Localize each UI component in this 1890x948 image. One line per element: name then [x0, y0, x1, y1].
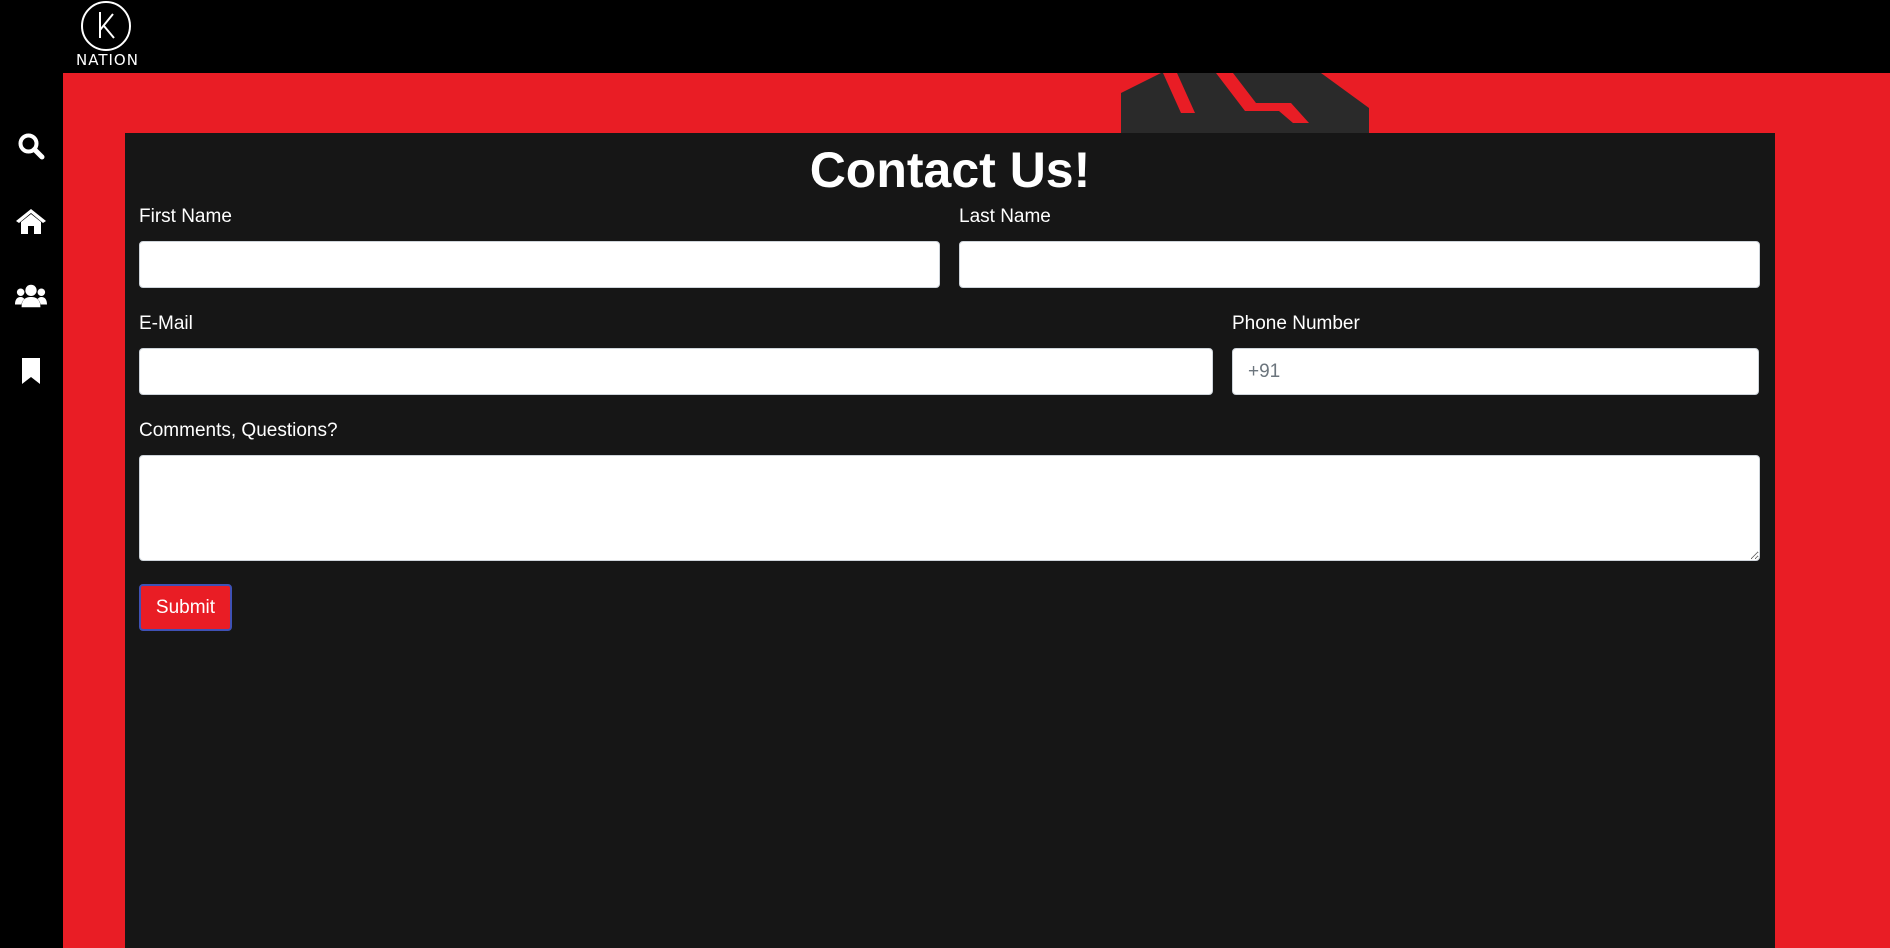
k-logo-icon	[81, 1, 131, 51]
first-name-field[interactable]	[139, 241, 940, 288]
last-name-field[interactable]	[959, 241, 1760, 288]
search-icon[interactable]	[15, 130, 47, 162]
first-name-label: First Name	[139, 206, 232, 227]
phone-label: Phone Number	[1232, 313, 1360, 334]
decorative-shape	[1121, 73, 1369, 133]
contact-form-panel: Contact Us! First Name Last Name E-Mail …	[125, 133, 1775, 948]
hero-background: Contact Us! First Name Last Name E-Mail …	[63, 73, 1890, 948]
logo-text: NATION	[76, 51, 139, 69]
email-field[interactable]	[139, 348, 1213, 395]
home-icon[interactable]	[15, 205, 47, 237]
email-label: E-Mail	[139, 313, 193, 334]
page-title: Contact Us!	[809, 142, 1091, 198]
top-bar: NATION	[0, 0, 1890, 73]
sidebar	[0, 73, 63, 948]
bookmark-icon[interactable]	[15, 355, 47, 387]
comments-field[interactable]	[139, 455, 1760, 561]
users-icon[interactable]	[15, 280, 47, 312]
comments-label: Comments, Questions?	[139, 420, 338, 441]
last-name-label: Last Name	[959, 206, 1051, 227]
brand-logo[interactable]: NATION	[72, 0, 142, 70]
submit-button[interactable]: Submit	[139, 584, 232, 631]
phone-field[interactable]	[1232, 348, 1759, 395]
